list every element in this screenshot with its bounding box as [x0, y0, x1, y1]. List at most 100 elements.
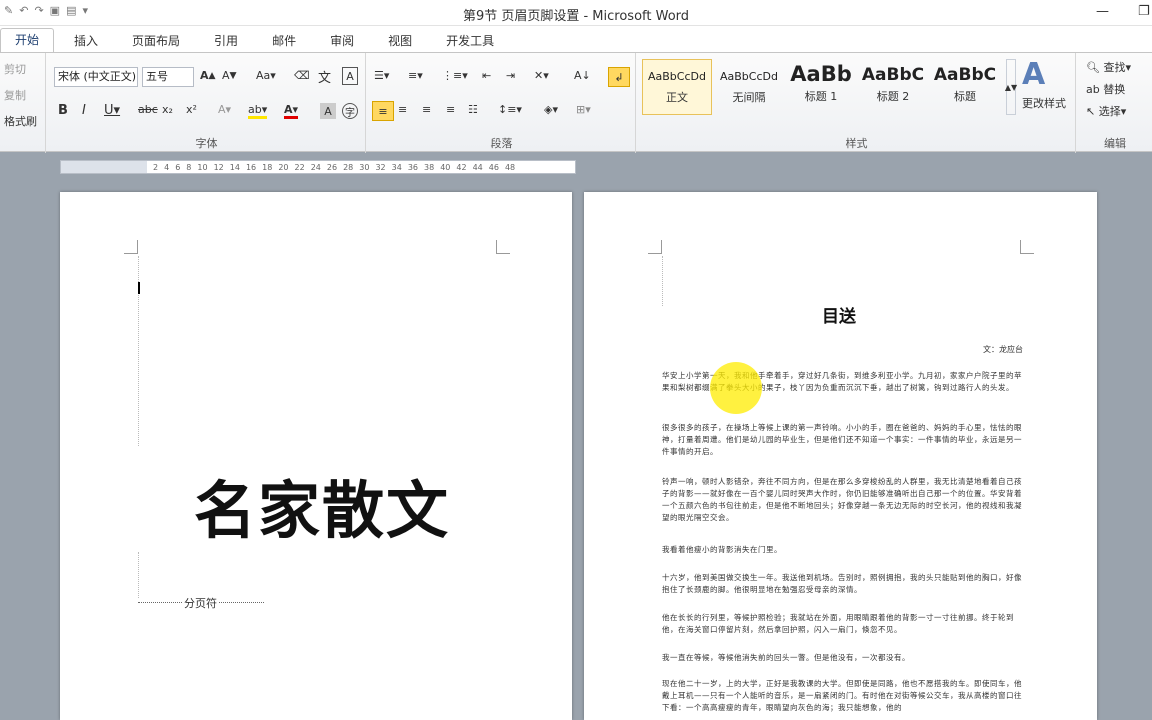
increase-indent-icon[interactable]: ⇥	[506, 69, 515, 82]
cut-button[interactable]: 剪切	[4, 61, 26, 77]
style-sample: AaBbCcDd	[720, 70, 778, 83]
change-styles-icon[interactable]: A	[1022, 57, 1045, 92]
align-right-button[interactable]: ≡	[422, 103, 431, 116]
ruler-tick: 46	[488, 162, 499, 172]
highlight-color-icon[interactable]: ab▾	[248, 103, 268, 119]
tab-insert[interactable]: 插入	[60, 30, 112, 52]
page-1[interactable]: 名家散文 分页符	[60, 192, 572, 720]
paragraph[interactable]: 铃声一响，顿时人影错杂，奔往不同方向，但是在那么多穿梭纷乱的人群里，我无比清楚地…	[662, 476, 1022, 524]
justify-button[interactable]: ≡	[446, 103, 455, 116]
numbering-icon[interactable]: ≡▾	[408, 69, 423, 82]
tab-references[interactable]: 引用	[200, 30, 252, 52]
sort-icon[interactable]: A↓	[574, 69, 591, 82]
ribbon: 剪切 复制 格式刷 宋体 (中文正文) 五号 A ▲ A ▼ Aa▾ ⌫ 文 A B…	[0, 52, 1152, 153]
minimize-icon[interactable]: —	[1096, 4, 1109, 19]
underline-button[interactable]: U▾	[104, 103, 120, 118]
paragraph[interactable]: 我看着他瘦小的背影消失在门里。	[662, 544, 1022, 556]
font-family-select[interactable]: 宋体 (中文正文)	[54, 67, 138, 87]
style-heading-1[interactable]: AaBb 标题 1	[786, 59, 856, 115]
line-marker	[662, 256, 664, 306]
paragraph[interactable]: 很多很多的孩子，在操场上等候上课的第一声铃响。小小的手，圈在爸爸的、妈妈的手心里…	[662, 422, 1022, 458]
style-sample: AaBbC	[861, 65, 925, 85]
find-icon: 🔍︎	[1086, 60, 1100, 74]
style-normal[interactable]: AaBbCcDd 正文	[642, 59, 712, 115]
strikethrough-button[interactable]: abc	[138, 103, 158, 116]
align-center-button[interactable]: ≡	[398, 103, 407, 116]
borders-icon[interactable]: ⊞▾	[576, 103, 591, 116]
format-painter-button[interactable]: 格式刷	[4, 113, 37, 129]
horizontal-ruler[interactable]: 2 4 6 8 10 12 14 16 18 20 22 24 26 28 30 32 34 36 38 40 42 44…	[60, 160, 576, 174]
ruler-tick: 18	[262, 162, 273, 172]
style-title[interactable]: AaBbC 标题	[930, 59, 1000, 115]
tab-mailings[interactable]: 邮件	[258, 30, 310, 52]
ruler-tick: 24	[310, 162, 321, 172]
bullets-icon[interactable]: ☰▾	[374, 69, 389, 82]
tab-page-layout[interactable]: 页面布局	[118, 30, 194, 52]
ruler-tick: 30	[359, 162, 370, 172]
show-marks-button[interactable]: ↲	[608, 67, 630, 87]
ruler-tick: 8	[186, 162, 192, 172]
font-color-icon[interactable]: A▾	[284, 103, 299, 119]
shading-icon[interactable]: ◈▾	[544, 103, 558, 116]
ruler-tick: 38	[424, 162, 435, 172]
text-effects-icon[interactable]: A▾	[218, 103, 231, 116]
mouse-pointer-highlight	[710, 362, 762, 414]
page-2[interactable]: 目送 文：龙应台 华安上小学第一天，我和他手牵着手，穿过好几条街，到维多利亚小学…	[584, 192, 1097, 720]
essay-title[interactable]: 目送	[822, 302, 856, 327]
select-button[interactable]: ↖ 选择 ▾	[1086, 103, 1126, 119]
tab-developer[interactable]: 开发工具	[432, 30, 508, 52]
line-spacing-icon[interactable]: ↕≡▾	[498, 103, 522, 116]
essay-author[interactable]: 文：龙应台	[983, 344, 1023, 355]
align-left-button[interactable]: ≡	[372, 101, 394, 121]
paragraph[interactable]: 他在长长的行列里，等候护照检验；我就站在外面，用眼睛跟着他的背影一寸一寸往前挪。…	[662, 612, 1022, 636]
bold-button[interactable]: B	[58, 103, 68, 118]
subscript-button[interactable]: x₂	[162, 103, 173, 116]
ruler-tick: 2	[153, 162, 159, 172]
styles-scroll-icon[interactable]: ▲▼	[1005, 59, 1017, 115]
tab-review[interactable]: 审阅	[316, 30, 368, 52]
ruler-tick: 32	[375, 162, 386, 172]
cover-title[interactable]: 名家散文	[194, 460, 450, 550]
font-size-select[interactable]: 五号	[142, 67, 194, 87]
style-heading-2[interactable]: AaBbC 标题 2	[858, 59, 928, 115]
grow-font-icon[interactable]: A ▲	[200, 69, 216, 82]
phonetic-guide-icon[interactable]: 文	[318, 67, 331, 86]
style-name: 标题 2	[876, 90, 910, 103]
decrease-indent-icon[interactable]: ⇤	[482, 69, 491, 82]
char-shading-icon[interactable]: A	[320, 103, 336, 119]
enclose-char-icon[interactable]: 字	[342, 103, 358, 119]
style-no-spacing[interactable]: AaBbCcDd 无间隔	[714, 59, 784, 115]
find-label: 查找	[1103, 61, 1126, 74]
ruler-ticks: 2 4 6 8 10 12 14 16 18 20 22 24 26 28 30 32 34 36 38 40 42 44…	[147, 163, 575, 172]
ruler-tick: 12	[213, 162, 224, 172]
chinese-layout-icon[interactable]: ✕▾	[534, 69, 549, 82]
restore-icon[interactable]: ❐	[1138, 4, 1150, 19]
paragraph[interactable]: 现在他二十一岁，上的大学，正好是我教课的大学。但即使是同路，他也不愿搭我的车。即…	[662, 678, 1022, 720]
paragraph[interactable]: 我一直在等候，等候他消失前的回头一瞥。但是他没有，一次都没有。	[662, 652, 1022, 664]
paragraph[interactable]: 十六岁，他到美国做交换生一年。我送他到机场。告别时，照例拥抱，我的头只能贴到他的…	[662, 572, 1022, 596]
clear-format-icon[interactable]: ⌫	[294, 69, 310, 82]
tab-home[interactable]: 开始	[0, 28, 55, 52]
title-bar: ✎ ↶ ↷ ▣ ▤ ▾ 第9节 页眉页脚设置 - Microsoft Word …	[0, 0, 1152, 26]
margin-corner	[1020, 240, 1034, 254]
ruler-tick: 20	[278, 162, 289, 172]
change-styles-button[interactable]: 更改样式	[1022, 95, 1066, 111]
superscript-button[interactable]: x²	[186, 103, 197, 116]
distributed-button[interactable]: ☷	[468, 103, 478, 116]
char-border-icon[interactable]: A	[342, 67, 358, 85]
shrink-font-icon[interactable]: A ▼	[222, 69, 237, 82]
multilevel-list-icon[interactable]: ⋮≡▾	[442, 69, 468, 82]
replace-button[interactable]: ab 替换	[1086, 81, 1125, 97]
style-name: 标题	[954, 90, 976, 103]
copy-button[interactable]: 复制	[4, 87, 26, 103]
tab-view[interactable]: 视图	[374, 30, 426, 52]
change-case-icon[interactable]: Aa▾	[256, 69, 276, 82]
find-button[interactable]: 🔍︎ 查找 ▾	[1086, 59, 1131, 75]
italic-button[interactable]: I	[82, 103, 86, 118]
ruler-tick: 4	[164, 162, 170, 172]
line-marker	[138, 552, 140, 598]
style-sample: AaBb	[790, 62, 852, 86]
font-group: 宋体 (中文正文) 五号 A ▲ A ▼ Aa▾ ⌫ 文 A B I U▾ abc …	[48, 53, 366, 153]
ruler-tick: 42	[456, 162, 467, 172]
ruler-tick: 48	[504, 162, 516, 172]
